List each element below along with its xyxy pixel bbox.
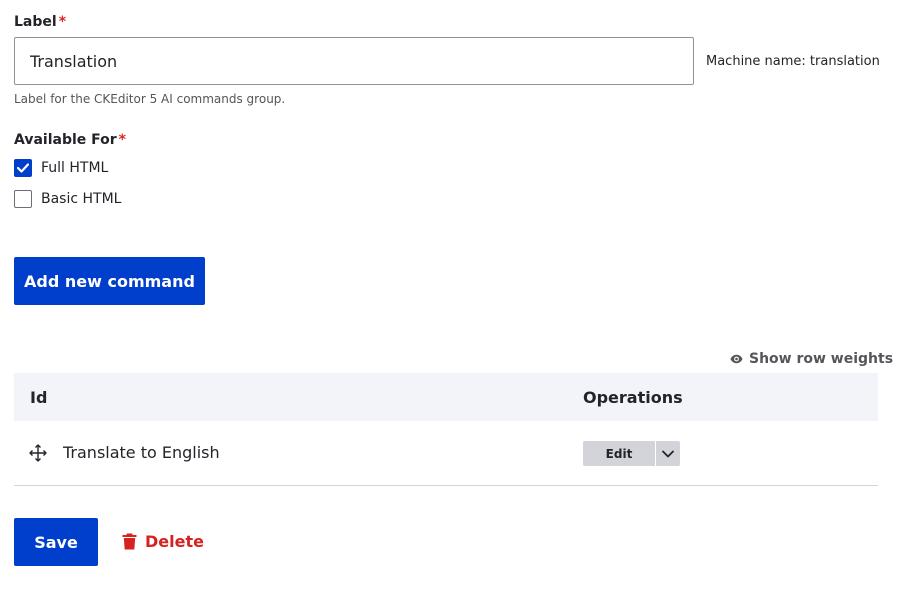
- save-button[interactable]: Save: [14, 518, 98, 566]
- label-help-text: Label for the CKEditor 5 AI commands gro…: [14, 92, 286, 106]
- delete-link[interactable]: Delete: [122, 532, 204, 551]
- drag-handle-icon[interactable]: [29, 444, 47, 466]
- add-new-command-button[interactable]: Add new command: [14, 257, 205, 305]
- required-mark: *: [58, 14, 67, 30]
- chevron-down-icon: [662, 450, 674, 457]
- checkbox-full-html[interactable]: Full HTML: [14, 159, 108, 177]
- checkbox-label: Basic HTML: [41, 191, 122, 207]
- required-mark: *: [118, 132, 126, 148]
- edit-button[interactable]: Edit: [583, 441, 655, 466]
- label-input[interactable]: [14, 37, 694, 85]
- available-for-text: Available For: [14, 132, 117, 148]
- column-header-id: Id: [30, 388, 48, 407]
- operations-dropbutton: Edit: [583, 441, 680, 466]
- delete-label: Delete: [145, 532, 204, 551]
- checkbox-checked-icon[interactable]: [14, 159, 32, 177]
- machine-name: Machine name: translation: [706, 54, 880, 69]
- checkbox-basic-html[interactable]: Basic HTML: [14, 190, 121, 208]
- eye-icon: [730, 354, 743, 364]
- table-header: Id Operations: [14, 373, 878, 421]
- dropbutton-toggle[interactable]: [655, 441, 680, 466]
- table-row: Translate to English Edit: [14, 421, 878, 486]
- show-row-weights-label: Show row weights: [749, 351, 894, 367]
- checkbox-label: Full HTML: [41, 160, 109, 176]
- column-header-operations: Operations: [583, 388, 683, 407]
- trash-icon: [122, 533, 137, 550]
- available-for-legend: Available For *: [14, 132, 126, 148]
- label-field-label: Label *: [14, 14, 66, 30]
- command-label: Translate to English: [63, 443, 220, 462]
- label-text: Label: [14, 14, 57, 30]
- show-row-weights-link[interactable]: Show row weights: [730, 351, 893, 367]
- commands-table: Id Operations Translate to English Edit: [14, 373, 878, 486]
- checkbox-unchecked-icon[interactable]: [14, 190, 32, 208]
